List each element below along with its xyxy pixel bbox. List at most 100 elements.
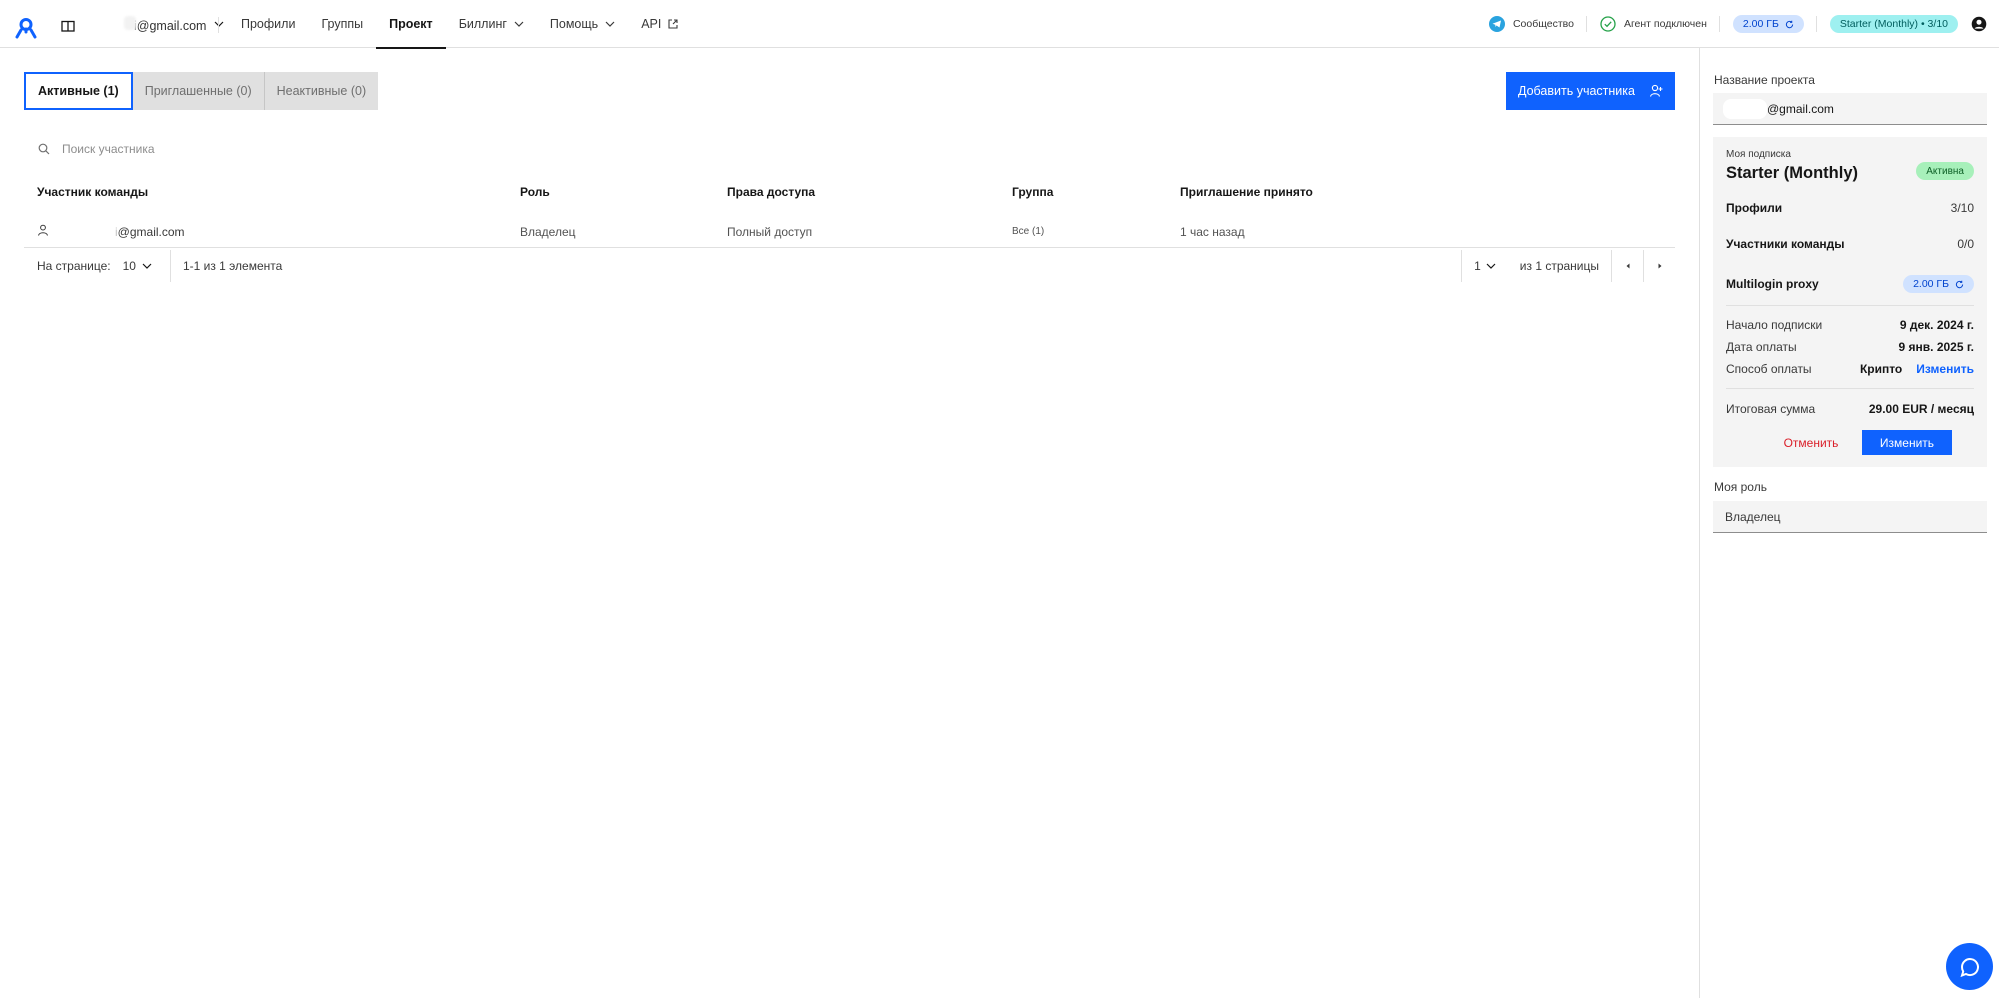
tab-invited[interactable]: Приглашенные (0) (132, 72, 265, 110)
role-cell: Владелец (520, 224, 576, 239)
per-page-select[interactable]: 10 (123, 259, 152, 273)
nav-label: Группы (321, 17, 364, 31)
column-header[interactable]: Группа (999, 185, 1167, 199)
tab-active[interactable]: Активные (1) (24, 72, 133, 110)
pay-date-label: Дата оплаты (1726, 340, 1797, 354)
proxy-value: 2.00 ГБ (1913, 278, 1949, 290)
next-page-button[interactable] (1643, 250, 1675, 282)
chevron-down-icon (605, 21, 615, 27)
change-pay-method-link[interactable]: Изменить (1916, 362, 1974, 376)
masked-text (124, 15, 136, 30)
account-switcher[interactable]: i@gmail.com (124, 0, 224, 48)
column-header[interactable]: Роль (507, 185, 714, 199)
user-avatar-icon (1971, 16, 1987, 32)
profiles-label: Профили (1726, 201, 1783, 215)
accepted-cell: 1 час назад (1180, 224, 1245, 239)
change-subscription-button[interactable]: Изменить (1862, 430, 1952, 455)
account-email: @gmail.com (136, 18, 207, 33)
pagination: На странице: 10 1-1 из 1 элемента 1 из 1… (24, 250, 1675, 282)
proxy-label: Multilogin proxy (1726, 277, 1819, 291)
add-member-button[interactable]: Добавить участника (1506, 72, 1675, 110)
pager-right: 1 из 1 страницы (1461, 250, 1675, 282)
member-cell: i @gmail.com (24, 224, 507, 239)
role-field: Владелец (1713, 501, 1987, 533)
agent-label: Агент подключен (1623, 18, 1707, 30)
per-page: На странице: 10 (24, 259, 152, 273)
per-page-value: 10 (122, 259, 136, 273)
external-link-icon (668, 19, 678, 29)
caret-right-icon (1658, 263, 1661, 269)
nav-label: Проект (389, 17, 433, 31)
members-value: 0/0 (1957, 237, 1974, 251)
pay-date-row: Дата оплаты 9 янв. 2025 г. (1726, 340, 1974, 354)
column-header[interactable]: Права доступа (714, 185, 999, 199)
page-value: 1 (1474, 259, 1481, 273)
tab-inactive[interactable]: Неактивные (0) (264, 72, 379, 110)
header-right: Сообщество Агент подключен 2.00 ГБ Start… (1476, 0, 1999, 48)
refresh-icon (1785, 20, 1794, 28)
folder-icon[interactable] (61, 20, 75, 32)
traffic-pill[interactable]: 2.00 ГБ (1732, 15, 1804, 33)
plan-pill[interactable]: Starter (Monthly) • 3/10 (1829, 15, 1958, 33)
column-header[interactable]: Приглашение принято (1167, 185, 1675, 199)
nav-label: API (641, 17, 662, 31)
community-link[interactable]: Сообщество (1476, 0, 1586, 48)
members-label: Участники команды (1726, 237, 1845, 251)
nav-api[interactable]: API (628, 0, 691, 48)
pay-method-value: Крипто (1859, 362, 1903, 376)
nav-groups[interactable]: Группы (308, 0, 376, 48)
search-icon (38, 143, 50, 155)
search-input[interactable] (62, 142, 462, 156)
prev-page-button[interactable] (1611, 250, 1643, 282)
support-chat-button[interactable] (1946, 943, 1993, 990)
member-tabs: Активные (1) Приглашенные (0) Неактивные… (24, 72, 379, 110)
per-page-label: На странице: (37, 259, 111, 273)
user-menu[interactable] (1970, 0, 1999, 48)
caret-left-icon (1626, 263, 1629, 269)
nav-billing[interactable]: Биллинг (446, 0, 537, 48)
project-panel: Название проекта @gmail.com Моя подписка… (1699, 48, 1999, 998)
divider (218, 17, 219, 33)
proxy-row: Multilogin proxy 2.00 ГБ (1726, 275, 1974, 293)
nav-help[interactable]: Помощь (537, 0, 628, 48)
subscription-card: Моя подписка Starter (Monthly) Активна П… (1713, 137, 1987, 467)
cancel-subscription-button[interactable]: Отменить (1771, 430, 1851, 455)
pay-method-label: Способ оплаты (1726, 362, 1812, 376)
chevron-down-icon (215, 21, 224, 27)
project-name-field[interactable]: @gmail.com (1713, 93, 1987, 125)
profiles-value: 3/10 (1950, 201, 1974, 215)
multilogin-logo-icon[interactable] (15, 17, 37, 39)
chevron-down-icon (142, 263, 152, 269)
nav-profiles[interactable]: Профили (228, 0, 308, 48)
refresh-icon (1955, 280, 1964, 288)
members-row: Участники команды 0/0 (1726, 237, 1974, 251)
profiles-row: Профили 3/10 (1726, 201, 1974, 215)
add-member-label: Добавить участника (1518, 84, 1635, 98)
role-label: Моя роль (1714, 480, 1767, 494)
chevron-down-icon (514, 21, 524, 27)
total-value: 29.00 EUR / месяц (1868, 402, 1974, 416)
table-row[interactable]: i @gmail.com Владелец Полный доступ Все (… (24, 216, 1675, 248)
nav-label: Помощь (549, 17, 599, 31)
project-name-label: Название проекта (1714, 73, 1815, 87)
proxy-pill[interactable]: 2.00 ГБ (1903, 275, 1974, 293)
pay-date-value: 9 янв. 2025 г. (1898, 340, 1974, 354)
traffic-pill-wrap: 2.00 ГБ (1720, 0, 1816, 48)
nav-label: Биллинг (458, 17, 507, 31)
main-content: Активные (1) Приглашенные (0) Неактивные… (0, 48, 1700, 998)
nav-project[interactable]: Проект (376, 0, 446, 49)
page-select[interactable]: 1 (1461, 250, 1508, 282)
members-table: Участник команды Роль Права доступа Груп… (24, 178, 1675, 248)
masked-text (1723, 98, 1767, 119)
agent-status[interactable]: Агент подключен (1587, 0, 1719, 48)
page-total: из 1 страницы (1519, 259, 1599, 273)
status-badge: Активна (1916, 162, 1974, 180)
item-range: 1-1 из 1 элемента (169, 250, 282, 282)
column-header[interactable]: Участник команды (24, 185, 507, 199)
check-circle-icon (1600, 16, 1616, 32)
start-label: Начало подписки (1726, 318, 1823, 332)
group-cell: Все (1) (1012, 226, 1045, 237)
total-label: Итоговая сумма (1726, 402, 1816, 416)
top-bar: i@gmail.com Профили Группы Проект Биллин… (0, 0, 1999, 49)
pay-method-row: Способ оплаты Крипто Изменить (1726, 362, 1974, 376)
